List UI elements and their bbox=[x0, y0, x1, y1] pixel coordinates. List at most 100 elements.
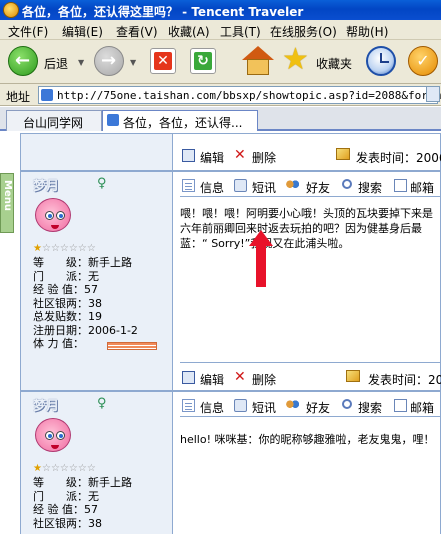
post-text: hello! 咪咪基：你的昵称够趣雅啦，老友鬼鬼，哩！ bbox=[180, 433, 435, 446]
sms-link[interactable]: 短讯 bbox=[252, 179, 276, 196]
search-link[interactable]: 搜索 bbox=[358, 399, 382, 416]
sms-icon[interactable] bbox=[234, 179, 247, 192]
window-title: 各位，各位，还认得这里吗？ - Tencent Traveler bbox=[22, 5, 304, 19]
menu-online-services[interactable]: 在线服务(O) bbox=[270, 23, 337, 40]
friend-icon[interactable] bbox=[286, 399, 299, 412]
menu-edit[interactable]: 编辑(E) bbox=[62, 23, 103, 40]
refresh-icon: ↻ bbox=[194, 52, 212, 70]
stop-button[interactable]: ✕ bbox=[150, 48, 176, 74]
search-link[interactable]: 搜索 bbox=[358, 179, 382, 196]
previous-post-footer: 编辑 ✕ 删除 发表时间：2006 bbox=[20, 133, 441, 171]
search-icon[interactable] bbox=[342, 399, 352, 409]
female-gender-icon: ♀ bbox=[97, 176, 107, 191]
tab-current-topic[interactable]: 各位，各位，还认得... bbox=[102, 110, 258, 131]
delete-link[interactable]: 删除 bbox=[252, 371, 276, 388]
rank-star-icon: ☆ bbox=[86, 243, 96, 254]
avatar-pupil bbox=[59, 434, 63, 438]
check-icon[interactable]: ✓ bbox=[408, 46, 438, 76]
mail-link[interactable]: 邮箱 bbox=[410, 179, 434, 196]
mail-icon[interactable] bbox=[394, 179, 407, 192]
address-go-button[interactable] bbox=[426, 86, 440, 102]
browser-logo-icon bbox=[3, 2, 19, 18]
post-time-icon bbox=[336, 148, 350, 160]
edit-link[interactable]: 编辑 bbox=[200, 371, 224, 388]
author-panel: 梦月 ♀ ★☆☆☆☆☆☆ 等 级：新手上路门 派：无经 验 值：57 社区银两：3… bbox=[21, 172, 173, 390]
search-icon[interactable] bbox=[342, 179, 352, 189]
divider bbox=[180, 362, 440, 363]
menu-favorites[interactable]: 收藏(A) bbox=[168, 23, 210, 40]
side-menu-label: Menu bbox=[2, 180, 13, 211]
rank-star-icon: ☆ bbox=[77, 243, 87, 254]
page-content: Menu 编辑 ✕ 删除 发表时间：2006 梦月 ♀ ★☆☆☆☆☆☆ 等 级：… bbox=[0, 133, 441, 534]
info-link[interactable]: 信息 bbox=[200, 399, 224, 416]
edit-icon[interactable] bbox=[182, 371, 195, 384]
back-label[interactable]: 后退 bbox=[44, 55, 68, 72]
forward-arrow-icon: → bbox=[101, 50, 117, 71]
edit-link[interactable]: 编辑 bbox=[200, 149, 224, 166]
friend-link[interactable]: 好友 bbox=[306, 179, 330, 196]
avatar-eye bbox=[45, 211, 54, 220]
address-bar: 地址 http://75one.taishan.com/bbsxp/showto… bbox=[0, 84, 441, 106]
address-url: http://75one.taishan.com/bbsxp/showtopic… bbox=[57, 89, 441, 102]
delete-icon[interactable]: ✕ bbox=[234, 147, 247, 163]
author-panel: 梦月 ♀ ★☆☆☆☆☆☆ 等 级：新手上路门 派：无经 验 值：57 社区银两：3… bbox=[21, 392, 173, 534]
rank-star-icon: ☆ bbox=[50, 243, 60, 254]
menu-tools[interactable]: 工具(T) bbox=[220, 23, 261, 40]
menu-file[interactable]: 文件(F) bbox=[8, 23, 48, 40]
female-gender-icon: ♀ bbox=[97, 396, 107, 411]
rank-stars: ★☆☆☆☆☆☆ bbox=[33, 463, 96, 474]
history-clock-icon[interactable] bbox=[366, 46, 396, 76]
home-button[interactable] bbox=[242, 46, 274, 76]
clock-hand-minute bbox=[381, 61, 389, 63]
menu-help[interactable]: 帮助(H) bbox=[346, 23, 388, 40]
post-text: 喂！喂！喂！阿明要小心哦！头顶的瓦块要掉下来是六年前丽卿回来时返去玩拍的吧？因为… bbox=[180, 207, 433, 250]
menu-bar: 文件(F) 编辑(E) 查看(V) 收藏(A) 工具(T) 在线服务(O) 帮助… bbox=[0, 20, 441, 40]
rank-star-icon: ☆ bbox=[68, 463, 78, 474]
back-arrow-icon: ← bbox=[15, 50, 31, 71]
back-button[interactable]: ← bbox=[8, 46, 38, 76]
arrow-shaft bbox=[256, 245, 266, 287]
rank-star-icon: ☆ bbox=[41, 243, 51, 254]
mail-icon[interactable] bbox=[394, 399, 407, 412]
favorites-star-icon[interactable]: ★ bbox=[282, 44, 309, 76]
friend-link[interactable]: 好友 bbox=[306, 399, 330, 416]
home-roof-icon bbox=[242, 46, 274, 60]
friend-icon[interactable] bbox=[286, 179, 299, 192]
info-link[interactable]: 信息 bbox=[200, 179, 224, 196]
post-time: 发表时间：2006 bbox=[356, 151, 441, 165]
back-dropdown-icon[interactable]: ▼ bbox=[78, 58, 84, 67]
sms-link[interactable]: 短讯 bbox=[252, 399, 276, 416]
avatar-pupil bbox=[48, 434, 52, 438]
sms-icon[interactable] bbox=[234, 399, 247, 412]
favorites-label[interactable]: 收藏夹 bbox=[316, 55, 352, 72]
tab-label: 台山同学网 bbox=[23, 116, 84, 130]
mail-link[interactable]: 邮箱 bbox=[410, 399, 434, 416]
edit-icon[interactable] bbox=[182, 149, 195, 162]
refresh-button[interactable]: ↻ bbox=[190, 48, 216, 74]
stamina-bar bbox=[107, 342, 157, 350]
delete-link[interactable]: 删除 bbox=[252, 149, 276, 166]
title-bar: 各位，各位，还认得这里吗？ - Tencent Traveler bbox=[0, 0, 441, 20]
side-menu-tab[interactable]: Menu bbox=[0, 173, 14, 233]
author-name[interactable]: 梦月 bbox=[33, 395, 59, 414]
home-icon bbox=[247, 59, 269, 75]
tab-page-icon bbox=[107, 114, 119, 126]
forward-button[interactable]: → bbox=[94, 46, 124, 76]
author-name[interactable]: 梦月 bbox=[33, 175, 59, 194]
avatar-face bbox=[35, 418, 71, 452]
info-icon[interactable] bbox=[182, 179, 195, 192]
avatar-face bbox=[35, 198, 71, 232]
menu-view[interactable]: 查看(V) bbox=[116, 23, 158, 40]
previous-post-left bbox=[21, 134, 173, 170]
previous-post-right: 编辑 ✕ 删除 发表时间：2006 bbox=[174, 134, 441, 170]
info-icon[interactable] bbox=[182, 399, 195, 412]
rank-star-icon: ☆ bbox=[59, 243, 69, 254]
author-stat: 社区银两：38 bbox=[33, 516, 102, 530]
forward-dropdown-icon[interactable]: ▼ bbox=[130, 58, 136, 67]
avatar-mouth bbox=[51, 445, 59, 449]
stop-icon: ✕ bbox=[154, 52, 172, 70]
address-input[interactable]: http://75one.taishan.com/bbsxp/showtopic… bbox=[38, 86, 441, 104]
avatar-eye bbox=[56, 431, 65, 440]
delete-icon[interactable]: ✕ bbox=[234, 369, 247, 385]
tab-taishan-classmates[interactable]: 台山同学网 bbox=[6, 110, 102, 131]
